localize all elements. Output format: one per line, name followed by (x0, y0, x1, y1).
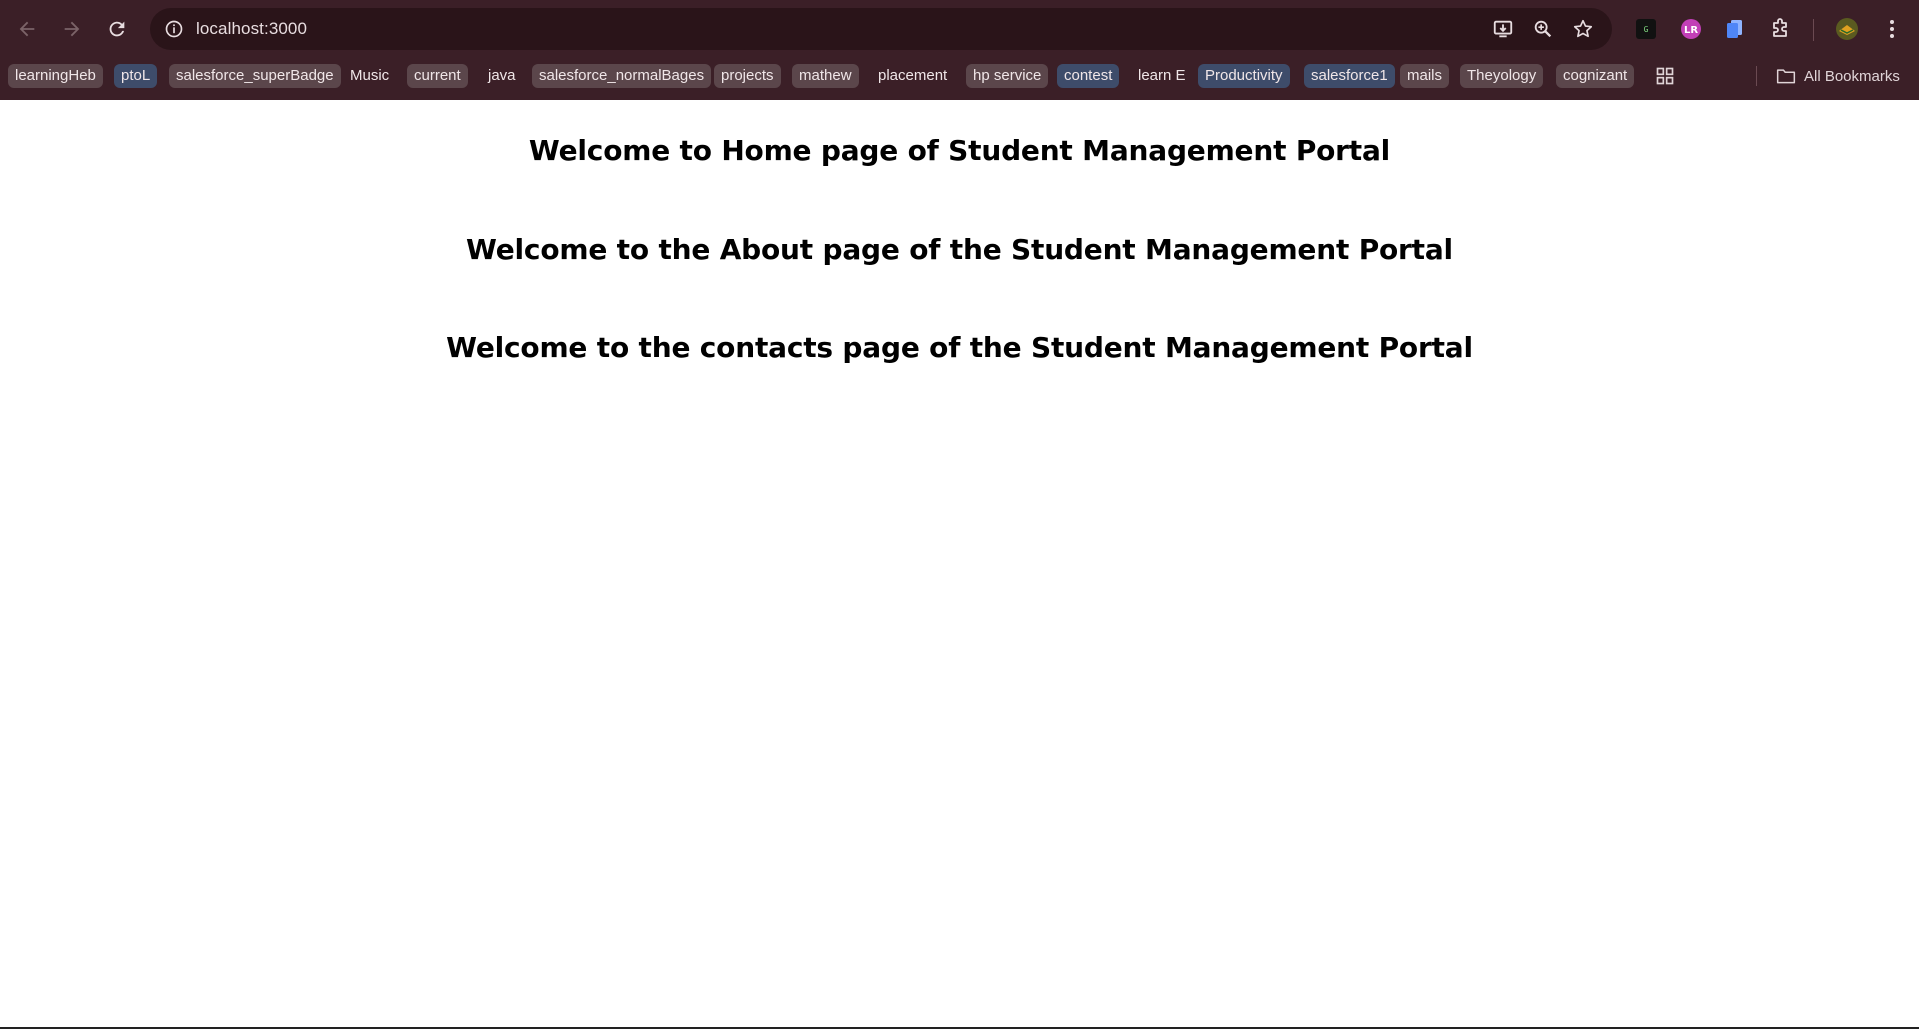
browser-menu-button[interactable] (1874, 11, 1910, 47)
all-bookmarks-button[interactable]: All Bookmarks (1776, 64, 1900, 88)
url-text[interactable]: localhost:3000 (196, 19, 307, 39)
toolbar-divider (1813, 19, 1814, 41)
all-bookmarks-label: All Bookmarks (1804, 67, 1900, 85)
svg-text:LR: LR (1684, 25, 1698, 36)
extension-1-button[interactable]: G (1628, 11, 1664, 47)
address-bar[interactable]: localhost:3000 (150, 8, 1612, 50)
install-app-button[interactable] (1487, 13, 1519, 45)
bookmark-item[interactable]: Theyology (1460, 64, 1544, 88)
grid-icon (1656, 67, 1674, 85)
bookmark-item[interactable]: mathew (792, 64, 859, 88)
zoom-button[interactable] (1527, 13, 1559, 45)
browser-chrome: localhost:3000 G LR learningHeb ptoL sal… (0, 0, 1919, 100)
bookmark-item[interactable]: hp service (966, 64, 1049, 88)
bookmarks-bar: learningHeb ptoL salesforce_superBadge M… (0, 60, 1919, 92)
bookmark-item[interactable]: Music (343, 64, 396, 88)
bookmark-apps-button[interactable] (1652, 63, 1678, 89)
profile-button[interactable] (1829, 11, 1865, 47)
avatar (1836, 18, 1858, 40)
bookmark-item[interactable]: contest (1057, 64, 1120, 88)
browser-toolbar: localhost:3000 G LR (0, 0, 1919, 58)
bookmark-item[interactable]: projects (714, 64, 781, 88)
contacts-heading: Welcome to the contacts page of the Stud… (446, 331, 1473, 364)
arrow-right-icon (64, 21, 80, 37)
bookmark-item[interactable]: cognizant (1556, 64, 1635, 88)
bookmark-item[interactable]: salesforce_normalBages (532, 64, 712, 88)
extension-lr-button[interactable]: LR (1673, 11, 1709, 47)
bookmark-item[interactable]: java (481, 64, 523, 88)
bookmark-star-button[interactable] (1567, 13, 1599, 45)
extension-docs-button[interactable] (1717, 11, 1753, 47)
bookmarks-divider (1756, 66, 1757, 86)
install-icon (1493, 20, 1513, 38)
arrow-left-icon (19, 21, 35, 37)
page-content: Welcome to Home page of Student Manageme… (0, 100, 1919, 1029)
bookmark-item[interactable]: learn E (1131, 64, 1193, 88)
bookmark-item[interactable]: salesforce_superBadge (169, 64, 341, 88)
folder-icon (1776, 69, 1796, 84)
bookmark-item[interactable]: current (407, 64, 468, 88)
bookmark-item[interactable]: ptoL (114, 64, 158, 88)
zoom-icon (1534, 20, 1552, 38)
bookmark-item[interactable]: Productivity (1198, 64, 1290, 88)
extensions-button[interactable] (1762, 11, 1798, 47)
bookmark-item[interactable]: learningHeb (8, 64, 103, 88)
bookmark-item[interactable]: placement (871, 64, 954, 88)
about-heading: Welcome to the About page of the Student… (466, 233, 1453, 266)
reload-icon (109, 21, 125, 37)
more-vertical-icon (1890, 20, 1894, 38)
site-info-button[interactable] (158, 13, 190, 45)
document-copy-icon (1727, 20, 1742, 38)
back-button[interactable] (9, 11, 45, 47)
extension-dark-icon: G (1636, 19, 1656, 39)
reload-button[interactable] (99, 11, 135, 47)
info-icon (165, 20, 183, 38)
home-heading: Welcome to Home page of Student Manageme… (528, 134, 1391, 167)
star-icon (1573, 19, 1593, 38)
bookmark-item[interactable]: salesforce1 (1304, 64, 1395, 88)
bookmark-item[interactable]: mails (1400, 64, 1450, 88)
forward-button[interactable] (54, 11, 90, 47)
svg-text:G: G (1644, 25, 1649, 34)
lr-badge-icon: LR (1681, 19, 1701, 39)
puzzle-icon (1773, 18, 1787, 37)
